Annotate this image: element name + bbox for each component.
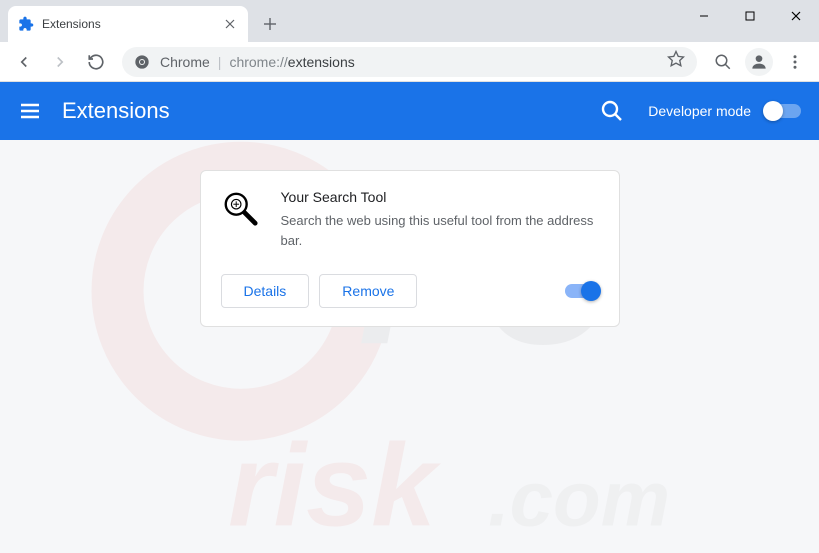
chrome-icon [134, 54, 150, 70]
toggle-thumb [581, 281, 601, 301]
profile-avatar[interactable] [743, 46, 775, 78]
developer-mode-toggle[interactable] [765, 104, 801, 118]
maximize-button[interactable] [727, 0, 773, 32]
zoom-icon[interactable] [707, 46, 739, 78]
forward-button[interactable] [44, 46, 76, 78]
url-path: extensions [288, 54, 355, 70]
extension-name: Your Search Tool [281, 189, 599, 205]
bookmark-star-icon[interactable] [667, 50, 685, 73]
svg-text:risk: risk [228, 419, 441, 550]
extension-card: Your Search Tool Search the web using th… [200, 170, 620, 327]
minimize-button[interactable] [681, 0, 727, 32]
back-button[interactable] [8, 46, 40, 78]
browser-toolbar: Chrome | chrome://extensions [0, 42, 819, 82]
reload-button[interactable] [80, 46, 112, 78]
extension-enable-toggle[interactable] [565, 284, 599, 298]
close-window-button[interactable] [773, 0, 819, 32]
close-tab-button[interactable] [222, 16, 238, 32]
url-divider: | [218, 54, 222, 70]
page-header: Extensions Developer mode [0, 82, 819, 140]
developer-mode-label: Developer mode [648, 103, 751, 119]
url-protocol: Chrome [160, 54, 210, 70]
extension-magnifier-icon [221, 189, 259, 227]
menu-dots-icon[interactable] [779, 46, 811, 78]
url-host: chrome:// [229, 54, 287, 70]
extension-puzzle-icon [18, 16, 34, 32]
remove-button[interactable]: Remove [319, 274, 417, 308]
browser-tab[interactable]: Extensions [8, 6, 248, 42]
page-title: Extensions [62, 98, 600, 124]
toggle-thumb [763, 101, 783, 121]
content-area: PC risk .com Your Search Tool Search the… [0, 140, 819, 553]
svg-text:.com: .com [488, 454, 670, 542]
tab-title: Extensions [42, 17, 222, 31]
hamburger-menu-icon[interactable] [18, 99, 42, 123]
address-bar[interactable]: Chrome | chrome://extensions [122, 47, 697, 77]
details-button[interactable]: Details [221, 274, 310, 308]
search-icon[interactable] [600, 99, 624, 123]
new-tab-button[interactable] [256, 10, 284, 38]
extension-description: Search the web using this useful tool fr… [281, 211, 599, 250]
